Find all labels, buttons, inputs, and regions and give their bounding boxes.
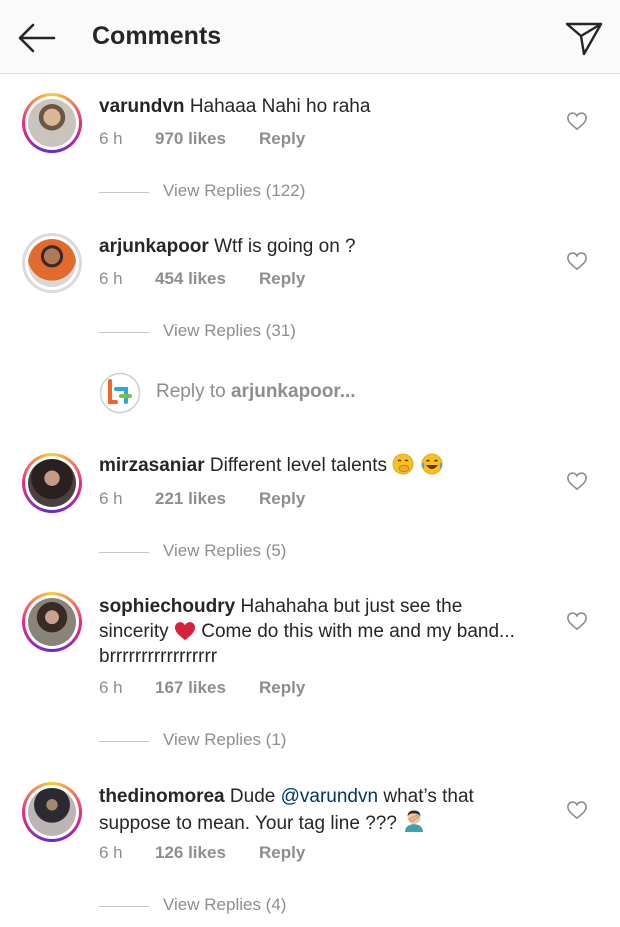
avatar[interactable] (22, 233, 82, 293)
view-replies-label: View Replies (5) (163, 541, 287, 560)
avatar-image (28, 99, 76, 147)
reply-button[interactable]: Reply (259, 678, 305, 698)
avatar[interactable] (22, 453, 82, 513)
facepalm-emoji (405, 810, 424, 832)
heart-outline-icon[interactable] (566, 471, 588, 491)
comment-likes[interactable]: 970 likes (155, 129, 226, 149)
comment-likes[interactable]: 126 likes (155, 843, 226, 863)
comment-text: varundvn Hahaaa Nahi ho raha (99, 94, 539, 119)
divider-line (99, 552, 149, 553)
tears-of-joy-emoji (421, 453, 442, 475)
arrow-left-icon[interactable] (16, 20, 56, 56)
comment-time: 6 h (99, 489, 123, 508)
heart-outline-icon[interactable] (566, 611, 588, 631)
avatar[interactable] (22, 592, 82, 652)
comment-likes[interactable]: 221 likes (155, 489, 226, 509)
comment-username[interactable]: sophiechoudry (99, 596, 235, 617)
heart-outline-icon[interactable] (566, 800, 588, 820)
comment-username[interactable]: mirzasaniar (99, 455, 205, 476)
avatar[interactable] (22, 782, 82, 842)
comment-text: thedinomorea Dude @varundvn what’s that … (99, 784, 519, 836)
comment-time: 6 h (99, 843, 123, 862)
reply-input[interactable]: Reply to arjunkapoor... (99, 372, 559, 414)
comment-text: sophiechoudry Hahahaha but just see the … (99, 594, 519, 669)
comment-body: Dude (229, 786, 276, 807)
avatar[interactable] (22, 93, 82, 153)
reply-placeholder[interactable]: Reply to arjunkapoor... (156, 381, 356, 403)
comment-username[interactable]: thedinomorea (99, 786, 225, 807)
comment-time: 6 h (99, 678, 123, 697)
avatar-image (28, 459, 76, 507)
heart-outline-icon[interactable] (566, 111, 588, 131)
heart-outline-icon[interactable] (566, 251, 588, 271)
view-replies-label: View Replies (31) (163, 321, 296, 340)
reply-button[interactable]: Reply (259, 489, 305, 509)
hand-over-mouth-emoji (392, 453, 414, 475)
avatar-image (28, 788, 76, 836)
reply-target: arjunkapoor... (230, 381, 356, 402)
divider-line (99, 906, 149, 907)
reply-prefix: Reply to (156, 381, 226, 402)
reply-button[interactable]: Reply (259, 269, 305, 289)
comment-time: 6 h (99, 129, 123, 148)
red-heart-emoji (174, 622, 195, 641)
comment-text: mirzasaniar Different level talents (99, 453, 539, 478)
divider-line (99, 192, 149, 193)
comment-body: Wtf is going on ? (214, 236, 356, 257)
comment-time: 6 h (99, 269, 123, 288)
comment-body: Hahaaa Nahi ho raha (189, 96, 371, 117)
avatar-image (28, 598, 76, 646)
comment-body: Different level talents (209, 455, 387, 476)
reply-button[interactable]: Reply (259, 843, 305, 863)
avatar-image (28, 239, 76, 287)
view-replies-label: View Replies (1) (163, 730, 287, 749)
divider-line (99, 332, 149, 333)
app-logo-icon (99, 372, 141, 414)
comment-text: arjunkapoor Wtf is going on ? (99, 234, 539, 259)
comment-likes[interactable]: 167 likes (155, 678, 226, 698)
mention-link[interactable]: @varundvn (281, 786, 378, 807)
comments-header: Comments (0, 0, 620, 74)
view-replies-label: View Replies (4) (163, 895, 287, 914)
paper-plane-icon[interactable] (564, 18, 604, 58)
comment-likes[interactable]: 454 likes (155, 269, 226, 289)
page-title: Comments (92, 22, 222, 50)
reply-button[interactable]: Reply (259, 129, 305, 149)
divider-line (99, 741, 149, 742)
view-replies-label: View Replies (122) (163, 181, 306, 200)
comment-username[interactable]: varundvn (99, 96, 185, 117)
comment-username[interactable]: arjunkapoor (99, 236, 209, 257)
